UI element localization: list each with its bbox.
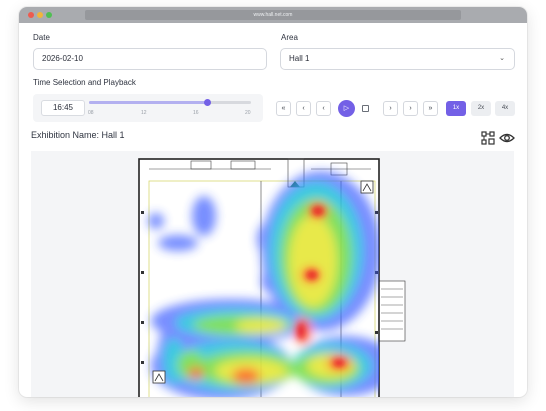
slider-tick: 16 [193, 110, 199, 116]
time-input[interactable]: 16:45 [41, 100, 85, 116]
slider-tick: 20 [245, 110, 251, 116]
stop-icon [362, 105, 369, 112]
address-bar[interactable]: www.hall.net.com [85, 10, 461, 20]
chevron-down-icon: ⌄ [499, 55, 505, 62]
area-label: Area [281, 33, 298, 42]
area-select[interactable]: Hall 1 ⌄ [280, 48, 515, 70]
time-playback-panel: 16:45 08 12 16 20 [33, 94, 263, 122]
browser-titlebar: www.hall.net.com [19, 7, 527, 23]
next-button[interactable]: › [383, 101, 398, 116]
step-back-button[interactable]: ‹ [296, 101, 311, 116]
slider-tick: 08 [88, 110, 94, 116]
map-marker-icon [152, 370, 166, 384]
map-marker-icon [360, 180, 374, 194]
eye-icon[interactable] [499, 132, 515, 144]
heatmap-floor-plan [138, 158, 406, 397]
slider-tick: 12 [141, 110, 147, 116]
skip-to-end-button[interactable]: » [423, 101, 438, 116]
area-value: Hall 1 [289, 54, 310, 63]
skip-to-start-button[interactable]: « [276, 101, 291, 116]
previous-button[interactable]: ‹ [316, 101, 331, 116]
date-label: Date [33, 33, 50, 42]
date-field[interactable]: 2026-02-10 [33, 48, 267, 70]
heatmap-panel [31, 151, 514, 397]
step-forward-button[interactable]: › [403, 101, 418, 116]
stop-button[interactable] [358, 101, 373, 116]
maximize-window-button[interactable] [46, 12, 52, 18]
speed-1x-button[interactable]: 1x [446, 101, 466, 116]
speed-4x-button[interactable]: 4x [495, 101, 515, 116]
speed-2x-button[interactable]: 2x [471, 101, 491, 116]
exhibition-name: Exhibition Name: Hall 1 [31, 130, 125, 140]
playback-label: Time Selection and Playback [33, 78, 136, 87]
time-slider-fill [89, 101, 208, 104]
floor-annex [378, 280, 406, 342]
time-slider-track[interactable] [89, 99, 251, 106]
minimize-window-button[interactable] [37, 12, 43, 18]
floor-plan-icon[interactable] [481, 131, 495, 145]
date-value: 2026-02-10 [42, 54, 83, 63]
app-window: www.hall.net.com Date 2026-02-10 Area Ha… [19, 7, 527, 397]
close-window-button[interactable] [28, 12, 34, 18]
time-slider-thumb[interactable] [204, 99, 212, 106]
play-button[interactable]: ▷ [338, 100, 355, 117]
